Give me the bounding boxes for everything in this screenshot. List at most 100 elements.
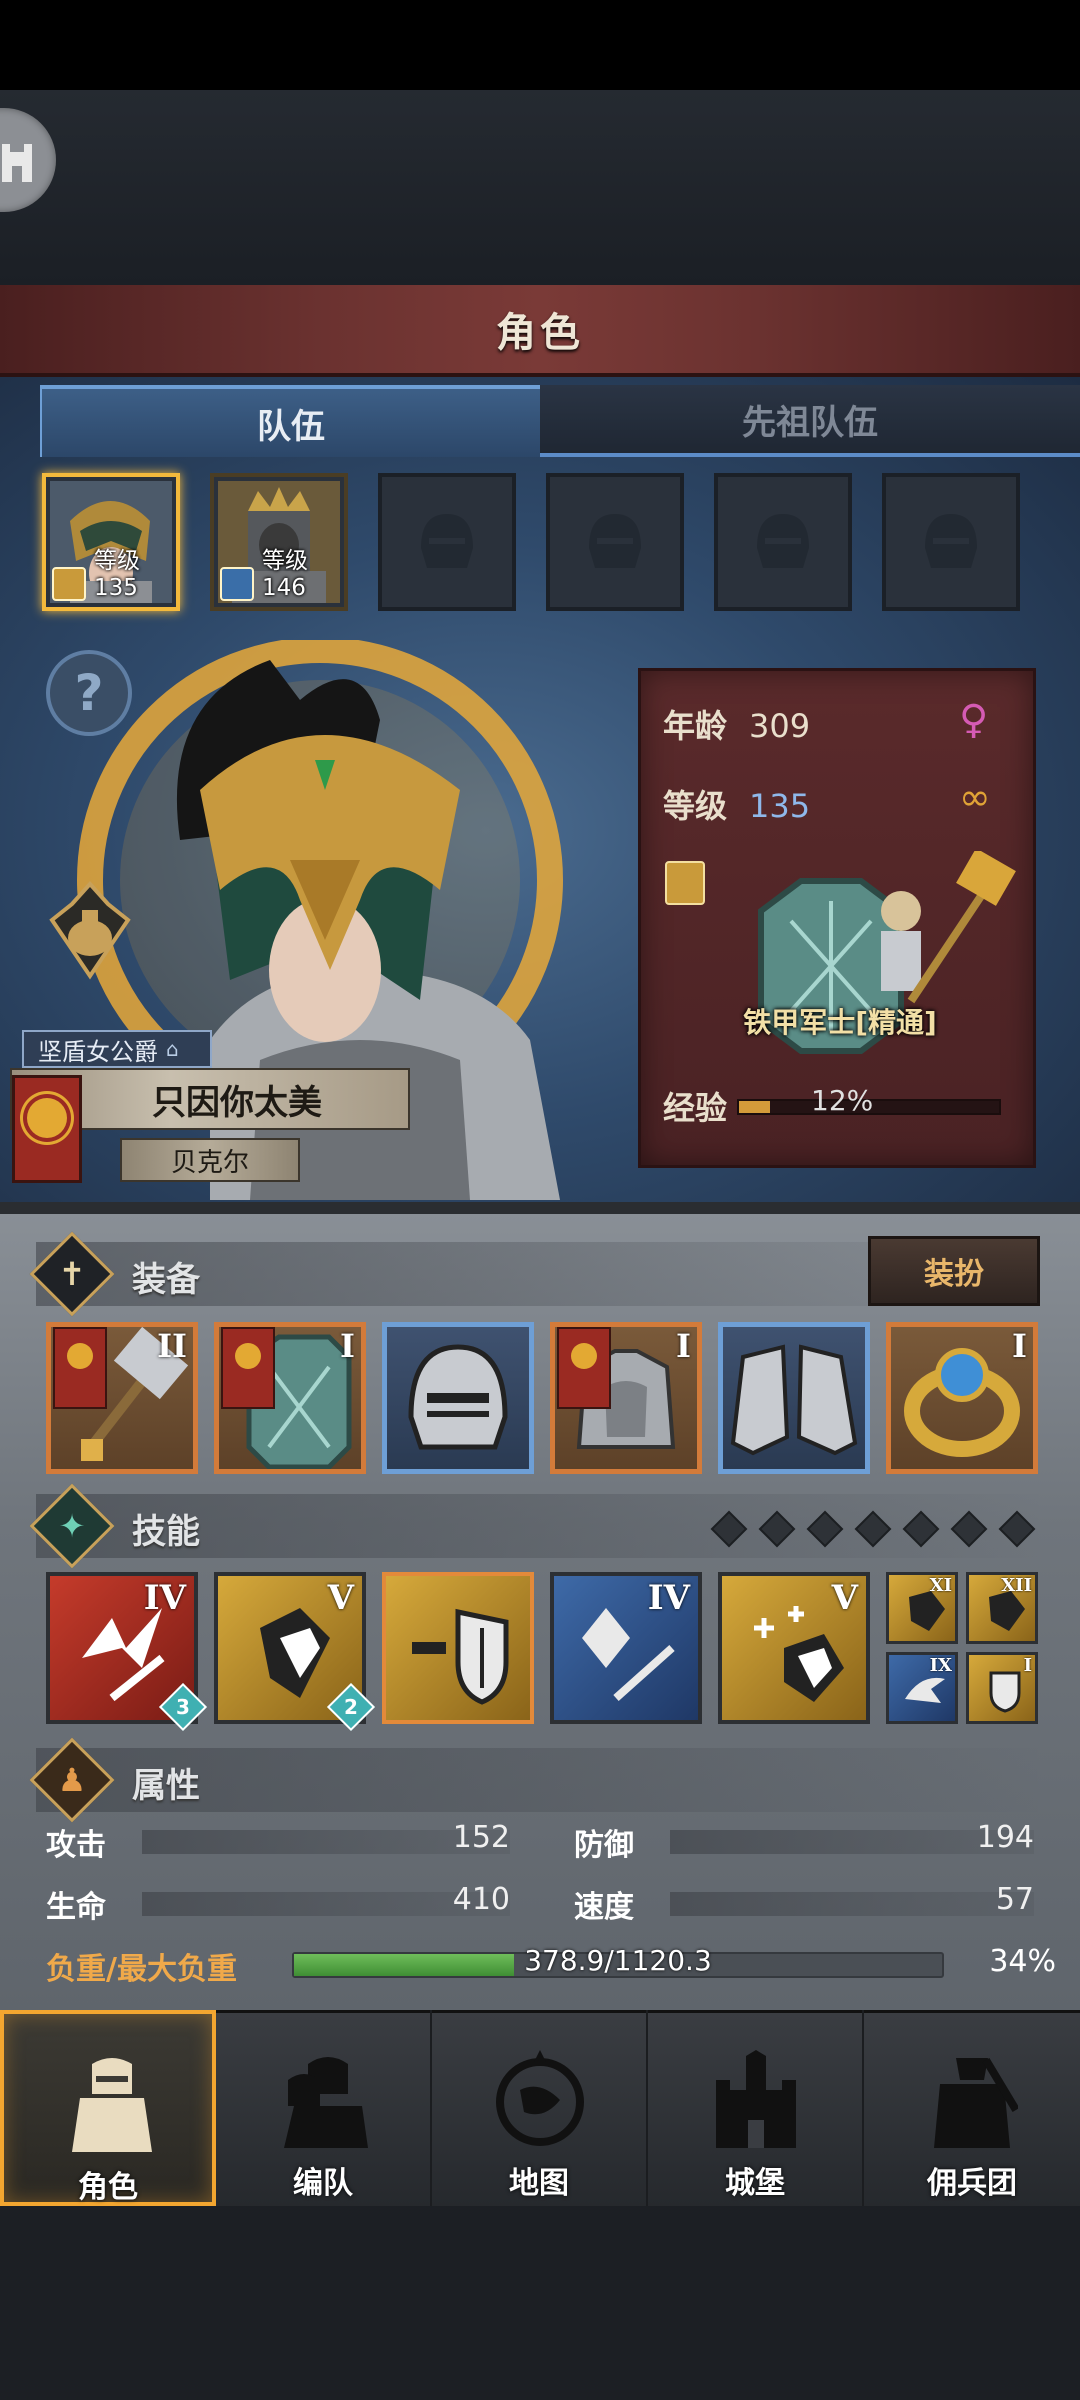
party-slot-empty[interactable] bbox=[546, 473, 684, 611]
compass-map-icon bbox=[496, 2050, 584, 2146]
tab-ancestor-label: 先祖队伍 bbox=[742, 402, 878, 443]
speed-row: 速度 57 bbox=[574, 1882, 1034, 1926]
load-percent: 34% bbox=[989, 1944, 1056, 1979]
attack-value: 152 bbox=[452, 1820, 510, 1855]
age-label: 年龄 bbox=[663, 707, 728, 745]
sword-class-icon bbox=[220, 567, 254, 601]
skill-slot-5[interactable]: V bbox=[718, 1572, 870, 1724]
defense-label: 防御 bbox=[574, 1828, 634, 1863]
nav-label: 城堡 bbox=[725, 2166, 785, 2201]
skill-tier: V bbox=[831, 1578, 858, 1618]
equip-tier: II bbox=[157, 1327, 187, 1365]
skill-slot-pips bbox=[708, 1508, 1044, 1548]
party-slot-1[interactable]: 等级135 bbox=[42, 473, 180, 611]
party-slot-level: 等级146 bbox=[262, 548, 308, 601]
skill-tier: XI bbox=[929, 1575, 952, 1596]
nav-mercenary[interactable]: 佣兵团 bbox=[864, 2010, 1080, 2206]
skills-emblem-icon: ✦ bbox=[29, 1483, 115, 1569]
top-area bbox=[0, 90, 1080, 285]
nav-castle[interactable]: 城堡 bbox=[648, 2010, 864, 2206]
hero-name: 只因你太美 bbox=[152, 1082, 322, 1123]
passive-skill-2[interactable]: XII bbox=[966, 1572, 1038, 1644]
skill-pip bbox=[998, 1510, 1036, 1548]
equipment-label: 装备 bbox=[132, 1260, 200, 1300]
family-banner-icon bbox=[221, 1327, 275, 1409]
skill-slot-4[interactable]: IV bbox=[550, 1572, 702, 1724]
equip-slot-helmet[interactable] bbox=[382, 1322, 534, 1474]
class-name: 铁甲军士[精通] bbox=[743, 1006, 937, 1039]
shield-icon bbox=[989, 1671, 1021, 1713]
castle-icon bbox=[2, 144, 32, 182]
shield-class-icon bbox=[52, 567, 86, 601]
mercenary-icon bbox=[934, 2057, 1018, 2148]
dress-up-label: 装扮 bbox=[924, 1257, 984, 1292]
party-slot-level: 等级135 bbox=[94, 548, 140, 601]
skill-tier: V bbox=[327, 1578, 354, 1618]
equip-slot-shield[interactable]: I bbox=[214, 1322, 366, 1474]
system-nav-area bbox=[0, 2206, 1080, 2400]
hp-label: 生命 bbox=[46, 1890, 106, 1925]
level-value: 135 bbox=[749, 787, 811, 825]
skill-slot-1[interactable]: IV 3 bbox=[46, 1572, 208, 1732]
family-banner-icon bbox=[557, 1327, 611, 1409]
load-label: 负重/最大负重 bbox=[46, 1952, 237, 1987]
hero-title: 坚盾女公爵 bbox=[38, 1037, 158, 1066]
marriage-ring-icon[interactable]: ∞ bbox=[959, 775, 991, 819]
team-tabs: 队伍 先祖队伍 bbox=[40, 385, 1080, 457]
hero-info-card: 年龄 309 ♀ 等级 135 ∞ 铁甲军士[精通] 经验 12% bbox=[638, 668, 1036, 1168]
skill-tier: XII bbox=[1001, 1575, 1032, 1596]
potion-bag-icon[interactable] bbox=[44, 880, 136, 980]
equip-slot-weapon[interactable]: II bbox=[46, 1322, 198, 1474]
attributes-section-header: ♟ 属性 bbox=[29, 1737, 1046, 1823]
skill-slot-2[interactable]: V 2 bbox=[214, 1572, 376, 1732]
skill-slot-3[interactable] bbox=[382, 1572, 534, 1724]
skill-tier: IV bbox=[143, 1578, 186, 1618]
attack-row: 攻击 152 bbox=[46, 1820, 510, 1864]
load-value: 378.9/1120.3 bbox=[524, 1944, 712, 1977]
knight-icon bbox=[72, 2058, 152, 2152]
tab-team[interactable]: 队伍 bbox=[40, 385, 540, 457]
party-slot-empty[interactable] bbox=[714, 473, 852, 611]
skill-pip bbox=[710, 1510, 748, 1548]
hero-title-plate: 坚盾女公爵 ⌂ bbox=[22, 1030, 212, 1068]
age-value: 309 bbox=[749, 707, 811, 745]
level-row: 等级 135 bbox=[663, 781, 810, 827]
passive-skill-1[interactable]: XI bbox=[886, 1572, 958, 1644]
nav-label: 编队 bbox=[293, 2166, 353, 2201]
tab-team-label: 队伍 bbox=[257, 406, 325, 447]
nav-map[interactable]: 地图 bbox=[432, 2010, 648, 2206]
equip-tier: I bbox=[340, 1327, 355, 1365]
nav-formation[interactable]: 编队 bbox=[216, 2010, 432, 2206]
party-slot-empty[interactable] bbox=[378, 473, 516, 611]
skill-tier: IX bbox=[929, 1655, 952, 1676]
defense-value: 194 bbox=[976, 1820, 1034, 1855]
attributes-label: 属性 bbox=[132, 1766, 200, 1806]
equip-slot-armor[interactable]: I bbox=[550, 1322, 702, 1474]
party-slot-2[interactable]: 等级146 bbox=[210, 473, 348, 611]
formation-icon bbox=[284, 2057, 368, 2148]
skill-pip bbox=[950, 1510, 988, 1548]
family-banner-icon[interactable] bbox=[12, 1075, 82, 1183]
skill-pip bbox=[854, 1510, 892, 1548]
nav-character[interactable]: 角色 bbox=[0, 2010, 216, 2206]
speed-label: 速度 bbox=[574, 1890, 634, 1925]
equip-slot-boots[interactable] bbox=[718, 1322, 870, 1474]
page-title: 角色 bbox=[496, 310, 584, 356]
defense-row: 防御 194 bbox=[574, 1820, 1034, 1864]
age-row: 年龄 309 bbox=[663, 701, 810, 747]
attributes-emblem-icon: ♟ bbox=[29, 1737, 115, 1823]
exp-row: 经验 bbox=[663, 1083, 727, 1129]
nav-label: 角色 bbox=[78, 2170, 138, 2205]
equip-slot-ring[interactable]: I bbox=[886, 1322, 1038, 1474]
skill-pip bbox=[902, 1510, 940, 1548]
passive-skill-3[interactable]: IX bbox=[886, 1652, 958, 1724]
party-slot-empty[interactable] bbox=[882, 473, 1020, 611]
dress-up-button[interactable]: 装扮 bbox=[868, 1236, 1040, 1306]
tab-ancestor-team[interactable]: 先祖队伍 bbox=[540, 385, 1080, 457]
exp-percent: 12% bbox=[811, 1084, 874, 1117]
nav-label: 地图 bbox=[509, 2166, 569, 2201]
status-bar bbox=[0, 0, 1080, 90]
house-icon: ⌂ bbox=[166, 1037, 179, 1061]
passive-skill-4[interactable]: I bbox=[966, 1652, 1038, 1724]
skills-label: 技能 bbox=[132, 1512, 200, 1552]
